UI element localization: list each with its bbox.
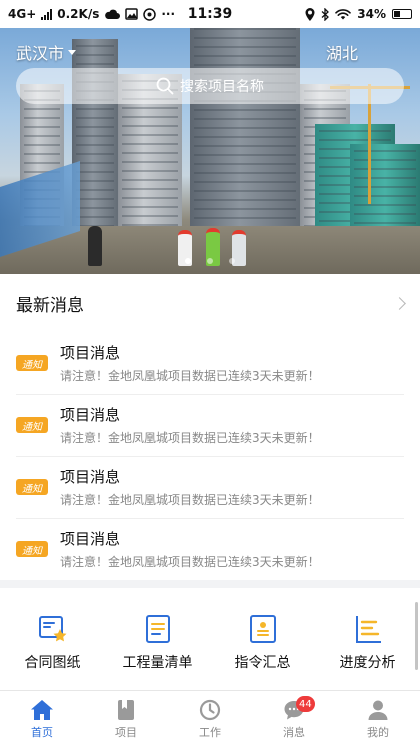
- carousel-indicator: [0, 258, 420, 264]
- cloud-icon: [105, 9, 121, 19]
- shortcut-contract-drawing[interactable]: 合同图纸: [0, 588, 105, 690]
- search-icon: [156, 77, 174, 95]
- news-item[interactable]: 通知 项目消息 请注意！金地凤凰城项目数据已连续3天未更新！: [0, 456, 420, 518]
- shortcut-label: 指令汇总: [234, 655, 291, 671]
- chevron-right-icon: [393, 296, 406, 310]
- news-item[interactable]: 通知 项目消息 请注意！金地凤凰城项目数据已连续3天未更新！: [0, 518, 420, 580]
- banner-carousel[interactable]: 武汉市 湖北 搜索项目名称: [0, 28, 420, 274]
- news-item-desc: 请注意！金地凤凰城项目数据已连续3天未更新！: [60, 431, 320, 445]
- book-icon: [118, 699, 134, 720]
- carousel-dot[interactable]: [229, 258, 235, 264]
- shortcut-label: 工程量清单: [122, 655, 193, 671]
- tab-message[interactable]: 44 消息: [252, 691, 336, 747]
- clock-icon: [199, 699, 221, 720]
- bluetooth-icon: [321, 7, 330, 21]
- tab-work[interactable]: 工作: [168, 691, 252, 747]
- tab-label: 消息: [283, 725, 305, 739]
- status-bar: 4G+ 0.2K/s ··· 11:39 34%: [0, 0, 420, 28]
- shortcut-grid: 合同图纸 工程量清单 指令汇总 进度分析: [0, 588, 420, 690]
- signal-icon: [41, 8, 53, 20]
- news-item[interactable]: 通知 项目消息 请注意！金地凤凰城项目数据已连续3天未更新！: [0, 394, 420, 456]
- message-count-badge: 44: [296, 696, 315, 712]
- tab-label: 工作: [199, 725, 221, 739]
- shortcut-label: 合同图纸: [24, 655, 81, 671]
- tab-profile[interactable]: 我的: [336, 691, 420, 747]
- progress-analysis-icon: [355, 616, 381, 643]
- news-item-desc: 请注意！金地凤凰城项目数据已连续3天未更新！: [60, 369, 320, 383]
- banner-building: [190, 28, 300, 234]
- scrollbar[interactable]: [415, 602, 418, 670]
- network-type: 4G+: [8, 7, 37, 21]
- battery-percent: 34%: [357, 7, 386, 21]
- province-label: 湖北: [325, 44, 358, 63]
- home-icon: [31, 699, 53, 720]
- more-icon: ···: [161, 7, 176, 21]
- carousel-dot[interactable]: [185, 258, 191, 264]
- wifi-icon: [335, 9, 352, 20]
- image-icon: [125, 8, 139, 20]
- city-selector[interactable]: 武汉市: [16, 40, 77, 64]
- news-section: 最新消息 通知 项目消息 请注意！金地凤凰城项目数据已连续3天未更新！ 通知 项…: [0, 274, 420, 580]
- contract-drawing-icon: [38, 616, 66, 642]
- location-icon: [305, 7, 315, 21]
- search-placeholder: 搜索项目名称: [180, 79, 264, 95]
- news-item-title: 项目消息: [60, 406, 121, 424]
- notice-tag: 通知: [16, 479, 48, 495]
- network-speed: 0.2K/s: [57, 7, 100, 21]
- target-icon: [143, 7, 157, 21]
- shortcut-label: 进度分析: [339, 655, 396, 671]
- news-item-title: 项目消息: [60, 344, 121, 362]
- shortcut-progress-analysis[interactable]: 进度分析: [315, 588, 420, 690]
- news-item-desc: 请注意！金地凤凰城项目数据已连续3天未更新！: [60, 493, 320, 507]
- tab-label: 首页: [31, 725, 53, 739]
- carousel-dot[interactable]: [207, 258, 213, 264]
- news-title: 最新消息: [16, 295, 84, 316]
- notice-tag: 通知: [16, 355, 48, 371]
- instruction-summary-icon: [249, 615, 276, 643]
- news-item-desc: 请注意！金地凤凰城项目数据已连续3天未更新！: [60, 555, 320, 569]
- tab-label: 项目: [115, 725, 137, 739]
- news-item[interactable]: 通知 项目消息 请注意！金地凤凰城项目数据已连续3天未更新！: [0, 332, 420, 394]
- quantity-list-icon: [145, 615, 170, 643]
- user-icon: [368, 700, 388, 720]
- city-label: 武汉市: [16, 44, 65, 63]
- battery-icon: [392, 9, 412, 19]
- banner-building: [350, 144, 420, 234]
- news-header[interactable]: 最新消息: [0, 274, 420, 332]
- tab-home[interactable]: 首页: [0, 691, 84, 747]
- news-item-title: 项目消息: [60, 530, 121, 548]
- shortcut-instruction-summary[interactable]: 指令汇总: [210, 588, 315, 690]
- tab-label: 我的: [367, 725, 389, 739]
- notice-tag: 通知: [16, 417, 48, 433]
- chevron-down-icon: [68, 49, 77, 55]
- notice-tag: 通知: [16, 541, 48, 557]
- tab-project[interactable]: 项目: [84, 691, 168, 747]
- shortcut-quantity-list[interactable]: 工程量清单: [105, 588, 210, 690]
- bottom-tab-bar: 首页 项目 工作 44 消息 我的: [0, 690, 420, 747]
- news-item-title: 项目消息: [60, 468, 121, 486]
- search-input[interactable]: 搜索项目名称: [16, 68, 404, 104]
